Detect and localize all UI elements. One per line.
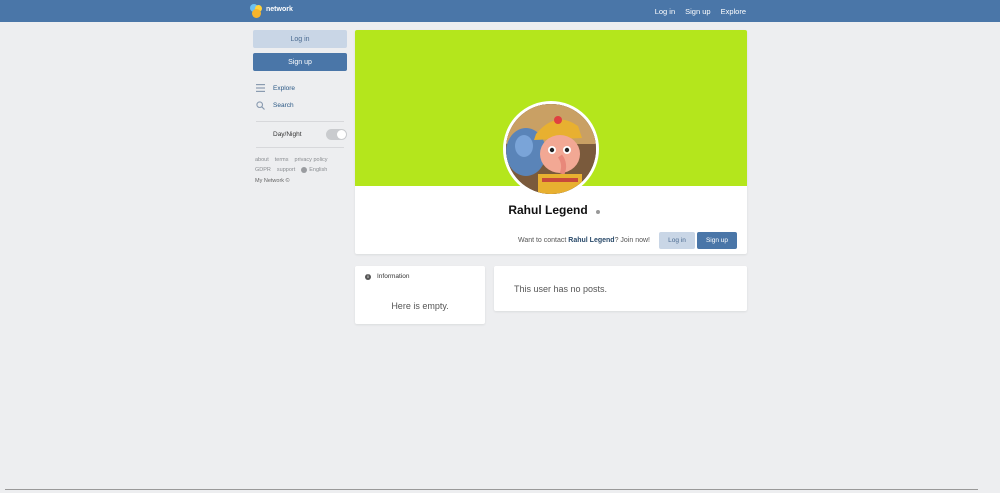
- info-icon: i: [365, 273, 371, 280]
- menu-icon: [256, 84, 268, 92]
- toggle-knob: [337, 129, 346, 139]
- top-explore-link[interactable]: Explore: [721, 7, 746, 16]
- contact-name: Rahul Legend: [568, 237, 615, 244]
- footer-link-language[interactable]: English: [301, 165, 333, 175]
- sidebar-signup-button[interactable]: Sign up: [253, 53, 347, 71]
- top-nav-links: Log in Sign up Explore: [655, 0, 746, 22]
- sidebar-item-explore[interactable]: Explore: [253, 81, 347, 95]
- footer-link-about[interactable]: about: [255, 155, 269, 165]
- logo-text: network: [266, 5, 293, 13]
- left-sidebar: Log in Sign up Explore Search Day/Night …: [253, 30, 347, 184]
- footer-link-gdpr[interactable]: GDPR: [255, 165, 271, 175]
- contact-row: Want to contact Rahul Legend? Join now! …: [518, 232, 737, 249]
- daynight-toggle[interactable]: [326, 128, 347, 140]
- top-navigation-bar: network Log in Sign up Explore: [0, 0, 1000, 22]
- sidebar-login-button[interactable]: Log in: [253, 30, 347, 48]
- contact-login-button[interactable]: Log in: [659, 232, 695, 249]
- avatar-image: [506, 104, 596, 194]
- daynight-row: Day/Night: [253, 126, 347, 142]
- bottom-divider: [5, 489, 978, 490]
- top-login-link[interactable]: Log in: [655, 7, 675, 16]
- posts-empty-text: This user has no posts.: [514, 284, 608, 294]
- footer-link-support[interactable]: support: [277, 165, 295, 175]
- posts-card: This user has no posts.: [494, 266, 747, 311]
- profile-name: Rahul Legend: [508, 203, 588, 217]
- contact-prefix: Want to contact: [517, 237, 569, 244]
- top-signup-link[interactable]: Sign up: [685, 7, 710, 16]
- language-label: English: [309, 167, 328, 173]
- logo-icon: [250, 4, 264, 18]
- status-dot: [595, 209, 600, 214]
- sidebar-item-label: Explore: [273, 84, 296, 92]
- sidebar-item-search[interactable]: Search: [253, 98, 347, 112]
- site-logo[interactable]: network: [250, 3, 293, 19]
- profile-card: Rahul Legend Want to contact Rahul Legen…: [355, 30, 747, 254]
- search-icon: [256, 100, 268, 110]
- information-empty-text: Here is empty.: [391, 301, 449, 311]
- sidebar-item-label: Search: [273, 101, 294, 109]
- footer-link-privacy[interactable]: privacy policy: [295, 155, 328, 165]
- copyright-text: My Network ©: [255, 178, 290, 184]
- contact-signup-button[interactable]: Sign up: [697, 232, 737, 249]
- globe-icon: [301, 167, 308, 173]
- information-header: i Information: [365, 273, 410, 280]
- avatar[interactable]: [503, 101, 599, 197]
- contact-suffix: ? Join now!: [614, 237, 650, 244]
- footer-links: about terms privacy policy GDPR support …: [253, 155, 347, 175]
- footer-link-terms[interactable]: terms: [275, 155, 289, 165]
- information-card: i Information Here is empty.: [355, 266, 485, 324]
- information-title: Information: [377, 273, 410, 280]
- profile-name-row: Rahul Legend: [355, 203, 747, 217]
- daynight-label: Day/Night: [273, 130, 302, 138]
- contact-text: Want to contact Rahul Legend? Join now!: [518, 237, 650, 244]
